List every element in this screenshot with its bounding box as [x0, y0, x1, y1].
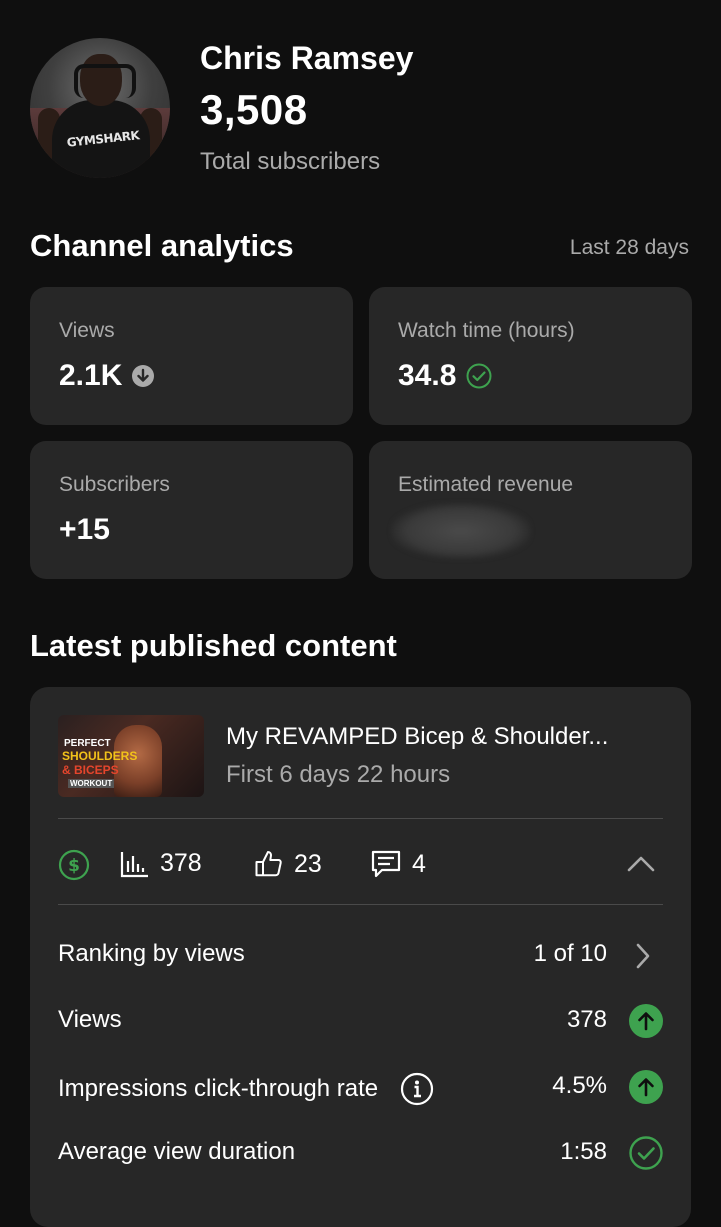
views-metric-value: 378: [566, 1006, 607, 1033]
dollar-circle-icon: $: [58, 849, 90, 881]
avg-view-duration-value: 1:58: [560, 1138, 607, 1165]
latest-content-title: Latest published content: [30, 628, 397, 663]
views-metric-row[interactable]: Views 378: [58, 1000, 663, 1040]
estimated-revenue-card[interactable]: Estimated revenue: [369, 441, 692, 579]
views-card[interactable]: Views 2.1K: [30, 287, 353, 425]
channel-name: Chris Ramsey: [200, 40, 414, 76]
ctr-metric-label: Impressions click-through rate: [58, 1075, 379, 1102]
latest-content-card: PERFECT SHOULDERS & BICEPS WORKOUT My RE…: [30, 687, 691, 1227]
channel-header: GYMSHARK Chris Ramsey 3,508 Total subscr…: [30, 36, 690, 186]
video-thumbnail[interactable]: PERFECT SHOULDERS & BICEPS WORKOUT: [58, 715, 204, 797]
metric-label: Average view duration: [58, 1138, 295, 1166]
subscribers-card[interactable]: Subscribers +15: [30, 441, 353, 579]
ranking-by-views-row[interactable]: Ranking by views 1 of 10: [58, 934, 663, 974]
watch-time-card-label: Watch time (hours): [398, 319, 575, 342]
avg-view-duration-label: Average view duration: [58, 1138, 296, 1165]
views-metric-label: Views: [58, 1006, 122, 1033]
video-stats-row: $ 378 23 4: [58, 845, 663, 885]
arrow-up-circle-icon: [629, 1004, 663, 1038]
arrow-down-circle-icon: [132, 365, 155, 387]
redacted-revenue-value: [391, 503, 531, 559]
thumbnail-text-2: SHOULDERS: [62, 749, 138, 763]
video-subtitle: First 6 days 22 hours: [226, 761, 451, 788]
thumbs-up-icon: [255, 851, 282, 877]
thumbnail-text-3: & BICEPS: [62, 763, 119, 777]
avg-view-duration-row[interactable]: Average view duration 1:58: [58, 1132, 663, 1172]
total-subscriber-count: 3,508: [200, 86, 308, 133]
total-subscriber-label: Total subscribers: [200, 148, 381, 175]
views-card-value: 2.1K: [59, 359, 123, 392]
metric-label: Impressions click-through rate: [58, 1072, 434, 1106]
info-icon[interactable]: [400, 1072, 434, 1106]
views-stat-value: 378: [160, 849, 202, 877]
thumbnail-text-1: PERFECT: [64, 738, 111, 749]
ctr-metric-row[interactable]: Impressions click-through rate 4.5%: [58, 1066, 663, 1106]
divider: [58, 818, 663, 819]
channel-analytics-title: Channel analytics: [30, 228, 294, 263]
subscribers-card-value: +15: [59, 513, 110, 546]
views-card-label: Views: [59, 319, 115, 342]
estimated-revenue-card-label: Estimated revenue: [398, 473, 574, 496]
comments-stat-value: 4: [412, 849, 426, 878]
avatar-headphones: [74, 64, 136, 98]
video-title[interactable]: My REVAMPED Bicep & Shoulder...: [226, 723, 608, 751]
check-circle-icon: [466, 363, 492, 389]
views-card-value-row: 2.1K: [59, 359, 155, 393]
watch-time-card-value: 34.8: [398, 359, 457, 392]
channel-avatar[interactable]: GYMSHARK: [30, 38, 170, 178]
ctr-metric-value: 4.5%: [552, 1072, 607, 1099]
check-circle-icon: [629, 1136, 663, 1170]
analytics-period[interactable]: Last 28 days: [570, 236, 689, 260]
views-stat: 378: [120, 849, 202, 878]
arrow-up-circle-icon: [629, 1070, 663, 1104]
watch-time-card[interactable]: Watch time (hours) 34.8: [369, 287, 692, 425]
ranking-value: 1 of 10: [533, 940, 607, 967]
ranking-label: Ranking by views: [58, 940, 245, 967]
thumbnail-text-4: WORKOUT: [68, 779, 115, 788]
chevron-up-icon[interactable]: [627, 855, 655, 873]
likes-stat-value: 23: [294, 849, 322, 878]
comment-icon: [371, 850, 401, 878]
comments-stat: 4: [370, 849, 426, 879]
divider: [58, 904, 663, 905]
subscribers-card-label: Subscribers: [59, 473, 170, 496]
metric-label: Ranking by views: [58, 940, 245, 968]
bar-chart-icon: [120, 851, 148, 877]
metric-label: Views: [58, 1006, 122, 1034]
chevron-right-icon[interactable]: [627, 941, 657, 971]
svg-text:$: $: [68, 856, 80, 876]
likes-stat: 23: [254, 849, 322, 879]
watch-time-card-value-row: 34.8: [398, 359, 492, 393]
